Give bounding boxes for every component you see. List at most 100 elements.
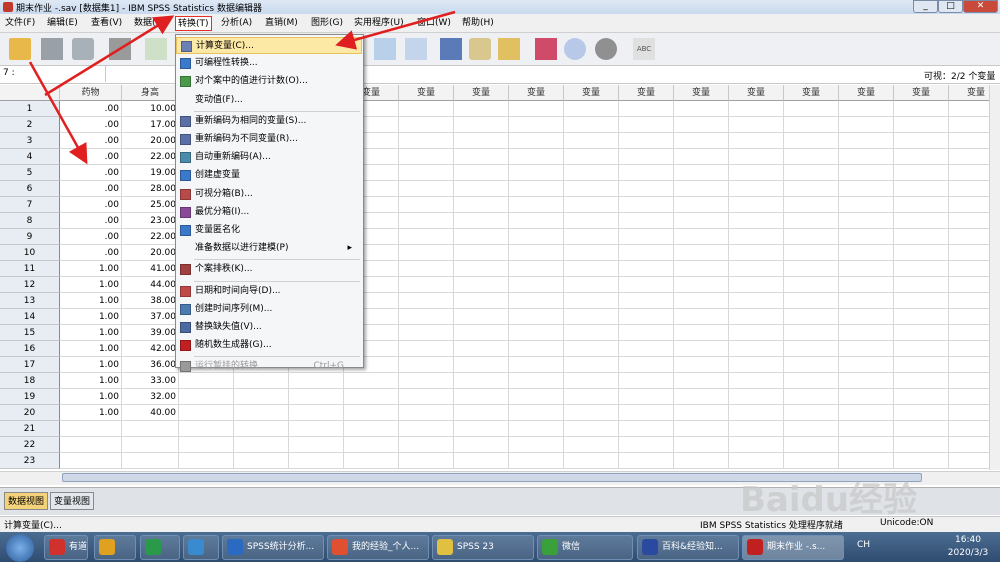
row-header[interactable]: 10 xyxy=(0,245,60,261)
menu-item-14[interactable]: 个案排秩(K)... xyxy=(176,261,362,278)
data-cell[interactable]: 1.00 xyxy=(60,293,122,309)
empty-cell[interactable] xyxy=(729,229,784,245)
empty-cell[interactable] xyxy=(674,229,729,245)
data-cell[interactable]: 1.00 xyxy=(60,277,122,293)
empty-cell[interactable] xyxy=(564,341,619,357)
empty-cell[interactable] xyxy=(344,405,399,421)
empty-cell[interactable] xyxy=(454,293,509,309)
menu-item-18[interactable]: 替换缺失值(V)... xyxy=(176,319,362,336)
empty-cell[interactable] xyxy=(399,325,454,341)
empty-cell[interactable] xyxy=(234,453,289,469)
empty-cell[interactable] xyxy=(839,341,894,357)
empty-cell[interactable] xyxy=(509,165,564,181)
split-file-icon[interactable] xyxy=(440,38,462,60)
empty-cell[interactable] xyxy=(729,149,784,165)
empty-cell[interactable] xyxy=(674,101,729,117)
empty-cell[interactable] xyxy=(839,437,894,453)
empty-cell[interactable] xyxy=(399,149,454,165)
data-cell[interactable]: 37.00 xyxy=(122,309,179,325)
data-cell[interactable]: 1.00 xyxy=(60,357,122,373)
menu-file[interactable]: 文件(F) xyxy=(3,16,37,31)
empty-cell[interactable] xyxy=(179,437,234,453)
menu-item-7[interactable]: 自动重新编码(A)... xyxy=(176,149,362,166)
empty-cell[interactable] xyxy=(839,245,894,261)
empty-cell[interactable] xyxy=(729,101,784,117)
empty-cell[interactable] xyxy=(949,101,989,117)
empty-cell[interactable] xyxy=(454,149,509,165)
empty-cell[interactable] xyxy=(509,405,564,421)
empty-cell[interactable] xyxy=(729,245,784,261)
empty-cell[interactable] xyxy=(509,373,564,389)
empty-cell[interactable] xyxy=(949,341,989,357)
empty-cell[interactable] xyxy=(784,373,839,389)
empty-cell[interactable] xyxy=(839,293,894,309)
menu-item-17[interactable]: 创建时间序列(M)... xyxy=(176,301,362,318)
empty-cell[interactable] xyxy=(674,213,729,229)
empty-cell[interactable] xyxy=(399,389,454,405)
empty-cell[interactable] xyxy=(564,293,619,309)
empty-cell[interactable] xyxy=(674,405,729,421)
empty-cell[interactable] xyxy=(234,421,289,437)
empty-cell[interactable] xyxy=(839,229,894,245)
empty-cell[interactable] xyxy=(839,405,894,421)
tab-variable-view[interactable]: 变量视图 xyxy=(50,492,95,510)
data-cell[interactable]: 17.00 xyxy=(122,117,179,133)
empty-cell[interactable] xyxy=(894,405,949,421)
data-cell[interactable]: .00 xyxy=(60,101,122,117)
empty-cell[interactable] xyxy=(564,101,619,117)
empty-cell[interactable] xyxy=(949,229,989,245)
column-header-var[interactable]: 变量 xyxy=(729,85,784,101)
empty-cell[interactable] xyxy=(674,421,729,437)
data-cell[interactable]: 38.00 xyxy=(122,293,179,309)
empty-cell[interactable] xyxy=(509,117,564,133)
empty-cell[interactable] xyxy=(894,197,949,213)
empty-cell[interactable] xyxy=(619,453,674,469)
empty-cell[interactable] xyxy=(674,437,729,453)
empty-cell[interactable] xyxy=(674,245,729,261)
empty-cell[interactable] xyxy=(179,389,234,405)
empty-cell[interactable] xyxy=(289,453,344,469)
empty-cell[interactable] xyxy=(454,421,509,437)
empty-cell[interactable] xyxy=(399,133,454,149)
empty-cell[interactable] xyxy=(839,309,894,325)
empty-cell[interactable] xyxy=(509,245,564,261)
empty-cell[interactable] xyxy=(454,405,509,421)
empty-cell[interactable] xyxy=(674,453,729,469)
empty-cell[interactable] xyxy=(674,261,729,277)
empty-cell[interactable] xyxy=(839,373,894,389)
empty-cell[interactable] xyxy=(784,245,839,261)
spell-check-icon[interactable]: ABC xyxy=(633,38,655,60)
empty-cell[interactable] xyxy=(784,389,839,405)
empty-cell[interactable] xyxy=(564,421,619,437)
empty-cell[interactable] xyxy=(399,357,454,373)
empty-cell[interactable] xyxy=(949,181,989,197)
data-cell[interactable]: 19.00 xyxy=(122,165,179,181)
data-cell[interactable]: .00 xyxy=(60,149,122,165)
menu-edit[interactable]: 编辑(E) xyxy=(45,16,80,31)
row-header[interactable]: 6 xyxy=(0,181,60,197)
empty-cell[interactable] xyxy=(949,373,989,389)
empty-cell[interactable] xyxy=(509,229,564,245)
data-cell[interactable]: 44.00 xyxy=(122,277,179,293)
empty-cell[interactable] xyxy=(784,117,839,133)
empty-cell[interactable] xyxy=(509,357,564,373)
close-button[interactable]: ✕ xyxy=(963,0,998,13)
menu-item-10[interactable]: 最优分箱(I)... xyxy=(176,204,362,221)
empty-cell[interactable] xyxy=(949,389,989,405)
menu-analyze[interactable]: 分析(A) xyxy=(219,16,254,31)
empty-cell[interactable] xyxy=(894,101,949,117)
empty-cell[interactable] xyxy=(179,373,234,389)
empty-cell[interactable] xyxy=(839,277,894,293)
taskbar-item[interactable]: 微信 xyxy=(537,535,633,560)
empty-cell[interactable] xyxy=(399,405,454,421)
row-header[interactable]: 1 xyxy=(0,101,60,117)
tab-data-view[interactable]: 数据视图 xyxy=(4,492,49,510)
empty-cell[interactable] xyxy=(729,133,784,149)
empty-cell[interactable] xyxy=(619,341,674,357)
empty-cell[interactable] xyxy=(564,197,619,213)
empty-cell[interactable] xyxy=(894,309,949,325)
empty-cell[interactable] xyxy=(839,261,894,277)
row-header[interactable]: 13 xyxy=(0,293,60,309)
empty-cell[interactable] xyxy=(784,101,839,117)
empty-cell[interactable] xyxy=(784,133,839,149)
